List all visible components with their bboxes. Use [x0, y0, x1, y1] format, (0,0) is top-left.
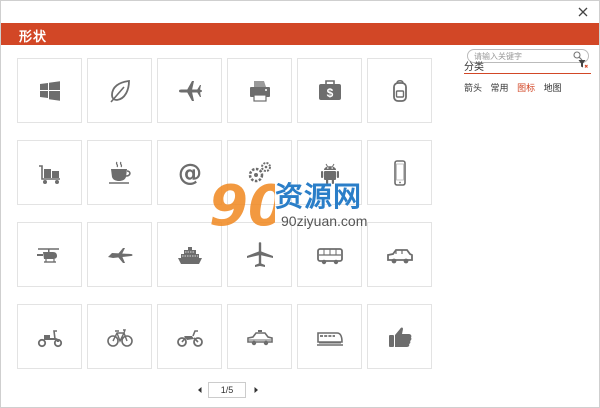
dollar-suitcase-icon: $ — [318, 79, 341, 100]
backpack-icon-tile[interactable] — [367, 58, 432, 123]
motorcycle-icon — [176, 329, 203, 347]
airplane-icon-tile[interactable] — [157, 58, 222, 123]
bus-icon — [316, 247, 343, 264]
category-divider — [464, 73, 591, 74]
dialog-title: 形状 — [19, 29, 48, 44]
train-icon-tile[interactable] — [297, 304, 362, 369]
page-indicator[interactable]: 1/5 — [208, 382, 246, 398]
airplane-icon — [178, 80, 202, 101]
close-icon — [578, 7, 588, 17]
category-maps[interactable]: 地图 — [544, 81, 562, 94]
smartphone-icon — [393, 159, 406, 186]
cruise-ship-icon-tile[interactable] — [157, 222, 222, 287]
svg-text:$: $ — [326, 86, 333, 100]
dollar-suitcase-icon-tile[interactable]: $ — [297, 58, 362, 123]
thumbs-up-icon-tile[interactable] — [367, 304, 432, 369]
motorcycle-icon-tile[interactable] — [157, 304, 222, 369]
android-icon — [320, 163, 339, 184]
search-input[interactable] — [474, 50, 570, 62]
category-arrows[interactable]: 箭头 — [464, 81, 482, 94]
smartphone-icon-tile[interactable] — [367, 140, 432, 205]
title-bar: 形状 — [1, 23, 599, 63]
luggage-cart-icon-tile[interactable] — [17, 140, 82, 205]
at-sign-icon-tile[interactable]: @ — [157, 140, 222, 205]
windows-icon-tile[interactable] — [17, 58, 82, 123]
coffee-cup-icon — [108, 161, 131, 184]
airliner-icon — [246, 241, 273, 267]
close-button[interactable] — [575, 4, 591, 20]
suv-icon-tile[interactable] — [367, 222, 432, 287]
luggage-cart-icon — [38, 164, 60, 184]
clear-filter-icon[interactable] — [578, 59, 588, 69]
windows-icon — [39, 80, 60, 101]
at-sign-icon: @ — [178, 159, 202, 187]
scooter-icon-tile[interactable] — [17, 304, 82, 369]
train-icon — [316, 331, 343, 346]
thumbs-up-icon — [388, 327, 411, 347]
category-list: 箭头 常用 图标 地图 — [464, 81, 568, 94]
svg-text:@: @ — [178, 159, 202, 187]
gears-icon — [248, 161, 271, 182]
search-box — [467, 49, 589, 63]
jet-icon-tile[interactable] — [87, 222, 152, 287]
jet-icon — [107, 247, 132, 263]
category-title: 分类 — [464, 62, 484, 73]
leaf-icon — [109, 79, 130, 103]
category-common[interactable]: 常用 — [491, 81, 509, 94]
prev-page-icon[interactable] — [195, 385, 205, 395]
bus-icon-tile[interactable] — [297, 222, 362, 287]
backpack-icon — [392, 79, 407, 102]
cruise-ship-icon — [177, 246, 202, 264]
suv-icon — [386, 248, 413, 263]
coffee-cup-icon-tile[interactable] — [87, 140, 152, 205]
scooter-icon — [37, 329, 62, 347]
printer-icon-tile[interactable] — [227, 58, 292, 123]
helicopter-icon-tile[interactable] — [17, 222, 82, 287]
next-page-icon[interactable] — [251, 385, 261, 395]
bicycle-icon-tile[interactable] — [87, 304, 152, 369]
category-icons[interactable]: 图标 — [517, 81, 535, 94]
printer-icon — [249, 80, 270, 102]
helicopter-icon — [36, 247, 59, 263]
top-bar — [1, 1, 599, 23]
airliner-icon-tile[interactable] — [227, 222, 292, 287]
gears-icon-tile[interactable] — [227, 140, 292, 205]
shapes-dialog: 形状 请输入关键字 $ @ 1/5 分类 箭头 常用 图标 地图 9 资源网 9… — [0, 0, 600, 408]
bicycle-icon — [106, 328, 133, 347]
police-car-icon-tile[interactable] — [227, 304, 292, 369]
android-icon-tile[interactable] — [297, 140, 362, 205]
police-car-icon — [246, 329, 273, 345]
leaf-icon-tile[interactable] — [87, 58, 152, 123]
